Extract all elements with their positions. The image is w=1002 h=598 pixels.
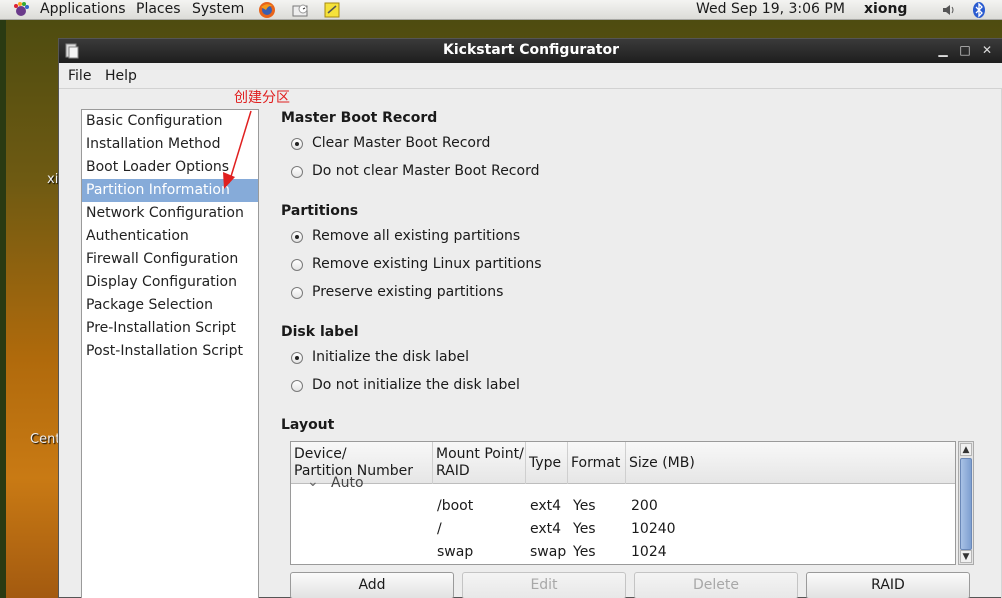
sidebar-item-pre-installation-script[interactable]: Pre-Installation Script xyxy=(82,317,258,340)
system-menu[interactable]: System xyxy=(192,0,244,20)
cell-size[interactable]: 200 xyxy=(631,498,658,514)
cell-format[interactable]: Yes xyxy=(573,498,596,514)
radio-button[interactable] xyxy=(291,380,303,392)
sidebar-item-boot-loader-options[interactable]: Boot Loader Options xyxy=(82,156,258,179)
cell-mount[interactable]: /boot xyxy=(437,498,473,514)
column-header-mount[interactable]: Mount Point/RAID xyxy=(433,442,526,484)
header-text: RAID xyxy=(436,463,470,479)
scroll-thumb[interactable] xyxy=(960,458,972,550)
sidebar-item-partition-information[interactable]: Partition Information xyxy=(82,179,258,202)
notes-icon[interactable] xyxy=(323,1,341,19)
top-panel: Applications Places System Wed Sep 19, 3… xyxy=(0,0,1002,20)
radio-label: Clear Master Boot Record xyxy=(312,135,491,151)
gnome-foot-icon[interactable] xyxy=(12,1,30,19)
raid-button[interactable]: RAID xyxy=(806,572,970,598)
header-text: Device/ xyxy=(294,446,347,462)
mail-icon[interactable] xyxy=(291,1,309,19)
delete-button[interactable]: Delete xyxy=(634,572,798,598)
radio-label: Do not clear Master Boot Record xyxy=(312,163,540,179)
column-header-size[interactable]: Size (MB) xyxy=(626,442,955,484)
desktop-icon-label[interactable]: xi xyxy=(47,172,58,187)
window-titlebar[interactable]: Kickstart Configurator ▁ □ ✕ xyxy=(59,39,1002,63)
maximize-icon[interactable]: □ xyxy=(957,42,973,58)
header-text: Mount Point/ xyxy=(436,446,524,462)
volume-icon[interactable] xyxy=(940,1,958,19)
sidebar-item-installation-method[interactable]: Installation Method xyxy=(82,133,258,156)
partition-table[interactable]: Device/Partition Number Mount Point/RAID… xyxy=(290,441,956,565)
cell-mount[interactable]: swap xyxy=(437,544,473,560)
radio-label: Remove all existing partitions xyxy=(312,228,521,244)
user-name[interactable]: xiong xyxy=(864,0,907,20)
cell-size[interactable]: 10240 xyxy=(631,521,676,537)
menu-file[interactable]: File xyxy=(68,68,91,84)
radio-label: Preserve existing partitions xyxy=(312,284,504,300)
radio-button[interactable] xyxy=(291,259,303,271)
radio-button[interactable] xyxy=(291,287,303,299)
tree-expander-auto[interactable]: ⌄ xyxy=(307,474,319,490)
edit-button[interactable]: Edit xyxy=(462,572,626,598)
applications-menu[interactable]: Applications xyxy=(40,0,126,20)
cell-format[interactable]: Yes xyxy=(573,521,596,537)
mbr-title: Master Boot Record xyxy=(281,110,438,126)
radio-button[interactable] xyxy=(291,231,303,243)
menu-help[interactable]: Help xyxy=(105,68,137,84)
radio-button[interactable] xyxy=(291,138,303,150)
disk-label-title: Disk label xyxy=(281,324,359,340)
cell-type[interactable]: ext4 xyxy=(530,521,561,537)
sidebar-item-package-selection[interactable]: Package Selection xyxy=(82,294,258,317)
column-header-format[interactable]: Format xyxy=(568,442,626,484)
scroll-up-icon[interactable]: ▲ xyxy=(960,443,972,456)
cell-type[interactable]: swap xyxy=(530,544,566,560)
cell-size[interactable]: 1024 xyxy=(631,544,667,560)
sidebar-item-authentication[interactable]: Authentication xyxy=(82,225,258,248)
sidebar-item-firewall-configuration[interactable]: Firewall Configuration xyxy=(82,248,258,271)
partitions-title: Partitions xyxy=(281,203,359,219)
desktop-icon-label-2[interactable]: Cent xyxy=(30,432,60,447)
radio-button[interactable] xyxy=(291,166,303,178)
places-menu[interactable]: Places xyxy=(136,0,181,20)
sidebar-item-post-installation-script[interactable]: Post-Installation Script xyxy=(82,340,258,363)
radio-button[interactable] xyxy=(291,352,303,364)
minimize-icon[interactable]: ▁ xyxy=(935,42,951,58)
category-list: Basic Configuration Installation Method … xyxy=(81,109,259,598)
desktop-background-strip xyxy=(0,20,6,598)
annotation-text: 创建分区 xyxy=(234,90,290,106)
radio-label: Initialize the disk label xyxy=(312,349,469,365)
bluetooth-icon[interactable] xyxy=(970,1,988,19)
radio-label: Do not initialize the disk label xyxy=(312,377,520,393)
menu-bar: File Help xyxy=(59,63,1002,89)
sidebar-item-display-configuration[interactable]: Display Configuration xyxy=(82,271,258,294)
sidebar-item-network-configuration[interactable]: Network Configuration xyxy=(82,202,258,225)
table-header: Device/Partition Number Mount Point/RAID… xyxy=(291,442,955,484)
add-button[interactable]: Add xyxy=(290,572,454,598)
cell-type[interactable]: ext4 xyxy=(530,498,561,514)
kickstart-window: Kickstart Configurator ▁ □ ✕ File Help B… xyxy=(58,38,1002,598)
close-icon[interactable]: ✕ xyxy=(979,42,995,58)
cell-mount[interactable]: / xyxy=(437,521,442,537)
cell-format[interactable]: Yes xyxy=(573,544,596,560)
column-header-type[interactable]: Type xyxy=(526,442,568,484)
clock[interactable]: Wed Sep 19, 3:06 PM xyxy=(696,0,845,20)
radio-label: Remove existing Linux partitions xyxy=(312,256,542,272)
tree-node-auto[interactable]: Auto xyxy=(331,475,364,491)
scroll-down-icon[interactable]: ▼ xyxy=(960,550,972,563)
sidebar-item-basic-configuration[interactable]: Basic Configuration xyxy=(82,110,258,133)
table-scrollbar[interactable]: ▲ ▼ xyxy=(958,441,974,565)
layout-title: Layout xyxy=(281,417,335,433)
firefox-icon[interactable] xyxy=(258,1,276,19)
window-title: Kickstart Configurator xyxy=(443,42,619,58)
expander-icon: ⌄ xyxy=(307,474,319,490)
